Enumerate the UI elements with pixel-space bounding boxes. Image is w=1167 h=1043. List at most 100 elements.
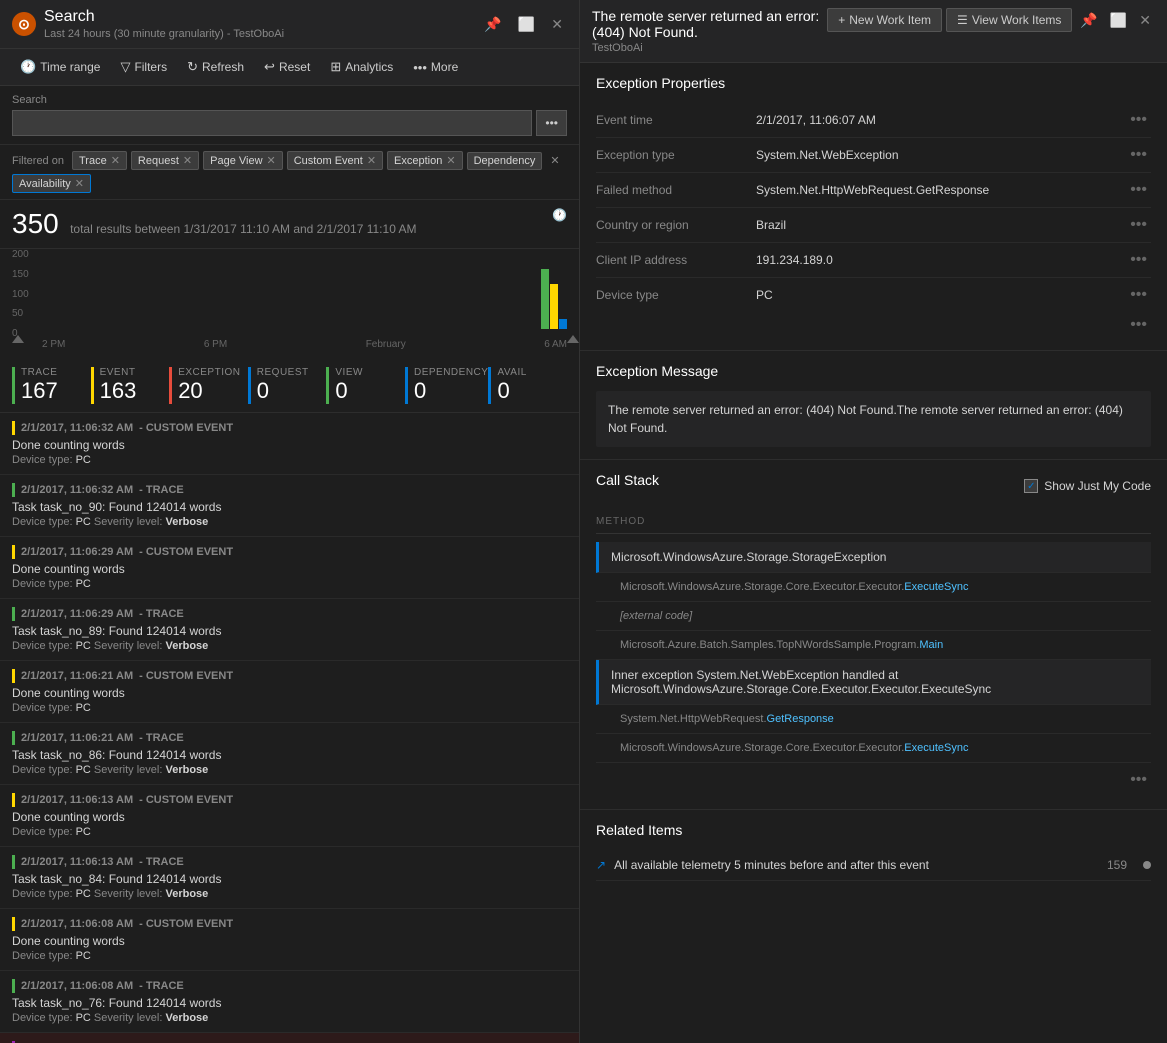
right-maximize-button[interactable]: ⬜ xyxy=(1106,10,1131,31)
list-item[interactable]: 2/1/2017, 11:06:29 AM - CUSTOM EVENT Don… xyxy=(0,537,579,599)
tag-availability[interactable]: Availability ✕ xyxy=(12,174,91,193)
results-count: 350 xyxy=(12,208,59,239)
stack-item-storage-exception[interactable]: Microsoft.WindowsAzure.Storage.StorageEx… xyxy=(596,542,1151,573)
list-item[interactable]: 2/1/2017, 11:06:07 AM - EXCEPTION The re… xyxy=(0,1033,579,1043)
view-work-items-button[interactable]: ☰ View Work Items xyxy=(946,8,1072,32)
list-item[interactable]: 2/1/2017, 11:06:13 AM - CUSTOM EVENT Don… xyxy=(0,785,579,847)
chart-triangle-left xyxy=(12,335,24,343)
search-input-row: ••• xyxy=(12,110,567,136)
prop-more-row: ••• xyxy=(596,312,1151,338)
list-item[interactable]: 2/1/2017, 11:06:32 AM - CUSTOM EVENT Don… xyxy=(0,413,579,475)
prop-menu-event-time[interactable]: ••• xyxy=(1126,111,1151,129)
x-label-6am: 6 AM xyxy=(544,339,567,350)
right-pin-button[interactable]: 📌 xyxy=(1076,10,1101,31)
filters-button[interactable]: ▽ Filters xyxy=(112,55,175,79)
result-header: 2/1/2017, 11:06:21 AM - TRACE xyxy=(12,731,567,745)
right-close-button[interactable]: ✕ xyxy=(1135,10,1155,31)
prop-more-button[interactable]: ••• xyxy=(1126,316,1151,334)
tag-pageview-close[interactable]: ✕ xyxy=(267,154,276,167)
reset-button[interactable]: ↩ Reset xyxy=(256,55,318,79)
chart-x-labels: 2 PM 6 PM February 6 AM xyxy=(42,339,567,352)
prop-table: Event time 2/1/2017, 11:06:07 AM ••• Exc… xyxy=(596,103,1151,312)
more-icon: ••• xyxy=(413,60,427,75)
show-just-code-toggle[interactable]: Show Just My Code xyxy=(1024,479,1151,493)
tag-dependency[interactable]: Dependency xyxy=(467,152,543,170)
stack-text: Inner exception System.Net.WebException … xyxy=(611,668,991,696)
filter-close-all[interactable]: ✕ xyxy=(550,154,559,167)
stack-item-executesync-1[interactable]: Microsoft.WindowsAzure.Storage.Core.Exec… xyxy=(596,573,1151,602)
list-item[interactable]: 2/1/2017, 11:06:21 AM - TRACE Task task_… xyxy=(0,723,579,785)
show-just-code-checkbox[interactable] xyxy=(1024,479,1038,493)
list-item[interactable]: 2/1/2017, 11:06:21 AM - CUSTOM EVENT Don… xyxy=(0,661,579,723)
result-meta: Device type: PC xyxy=(12,826,567,838)
prop-menu-ip[interactable]: ••• xyxy=(1126,251,1151,269)
chart-bars xyxy=(541,249,567,329)
results-summary: 350 total results between 1/31/2017 11:1… xyxy=(0,200,579,249)
prop-menu-country[interactable]: ••• xyxy=(1126,216,1151,234)
result-timestamp: 2/1/2017, 11:06:13 AM xyxy=(21,794,133,806)
tag-pageview[interactable]: Page View ✕ xyxy=(203,151,283,170)
list-item[interactable]: 2/1/2017, 11:06:08 AM - CUSTOM EVENT Don… xyxy=(0,909,579,971)
tag-availability-close[interactable]: ✕ xyxy=(75,177,84,190)
result-type: - CUSTOM EVENT xyxy=(139,546,233,558)
new-work-item-button[interactable]: + New Work Item xyxy=(827,8,942,32)
x-label-6pm: 6 PM xyxy=(204,339,227,350)
call-stack-section: Call Stack Show Just My Code METHOD Micr… xyxy=(580,460,1167,810)
prop-menu-failed-method[interactable]: ••• xyxy=(1126,181,1151,199)
list-item[interactable]: 2/1/2017, 11:06:32 AM - TRACE Task task_… xyxy=(0,475,579,537)
tag-customevent[interactable]: Custom Event ✕ xyxy=(287,151,383,170)
refresh-icon: ↻ xyxy=(187,59,198,75)
app-icon: ⊙ xyxy=(12,12,36,36)
prop-menu-exception-type[interactable]: ••• xyxy=(1126,146,1151,164)
search-input[interactable] xyxy=(12,110,532,136)
stack-item-inner-exception[interactable]: Inner exception System.Net.WebException … xyxy=(596,660,1151,705)
prop-key-failed-method: Failed method xyxy=(596,183,756,197)
stat-dependency: DEPENDENCY 0 xyxy=(405,367,488,404)
result-message: Task task_no_89: Found 124014 words xyxy=(12,624,567,638)
list-item[interactable]: 2/1/2017, 11:06:13 AM - TRACE Task task_… xyxy=(0,847,579,909)
pin-button[interactable]: 📌 xyxy=(480,14,505,35)
list-item[interactable]: 2/1/2017, 11:06:29 AM - TRACE Task task_… xyxy=(0,599,579,661)
search-options-button[interactable]: ••• xyxy=(536,110,567,136)
clock-icon: 🕐 xyxy=(20,59,36,75)
result-message: Task task_no_90: Found 124014 words xyxy=(12,500,567,514)
more-button[interactable]: ••• More xyxy=(405,56,466,79)
result-timestamp: 2/1/2017, 11:06:21 AM xyxy=(21,732,133,744)
stat-avail: AVAIL 0 xyxy=(488,367,567,404)
prop-menu-device[interactable]: ••• xyxy=(1126,286,1151,304)
right-header: The remote server returned an error: (40… xyxy=(580,0,1167,63)
bar-custom-event xyxy=(12,793,15,807)
results-text: total results between 1/31/2017 11:10 AM… xyxy=(70,222,416,236)
close-button[interactable]: ✕ xyxy=(547,14,567,35)
tag-request-close[interactable]: ✕ xyxy=(183,154,192,167)
y-label-100: 100 xyxy=(12,289,29,300)
tag-customevent-close[interactable]: ✕ xyxy=(367,154,376,167)
time-range-button[interactable]: 🕐 Time range xyxy=(12,55,108,79)
stack-more-button[interactable]: ••• xyxy=(1126,771,1151,788)
stack-item-main[interactable]: Microsoft.Azure.Batch.Samples.TopNWordsS… xyxy=(596,631,1151,660)
maximize-button[interactable]: ⬜ xyxy=(514,14,539,35)
stack-more-row: ••• xyxy=(596,763,1151,797)
results-clock-icon[interactable]: 🕐 xyxy=(552,208,567,222)
tag-exception[interactable]: Exception ✕ xyxy=(387,151,463,170)
related-item-row[interactable]: ↗ All available telemetry 5 minutes befo… xyxy=(596,850,1151,881)
result-type: - TRACE xyxy=(139,732,184,744)
search-area: Search ••• xyxy=(0,86,579,145)
stat-view-label: VIEW xyxy=(335,367,405,378)
stat-request-label: REQUEST xyxy=(257,367,327,378)
plus-icon: + xyxy=(838,13,845,27)
filters-label: Filters xyxy=(134,60,167,74)
tag-request-label: Request xyxy=(138,155,179,167)
tag-trace-close[interactable]: ✕ xyxy=(111,154,120,167)
stat-view-value: 0 xyxy=(335,378,405,404)
exception-message-section: Exception Message The remote server retu… xyxy=(580,351,1167,460)
stack-item-executesync-2[interactable]: Microsoft.WindowsAzure.Storage.Core.Exec… xyxy=(596,734,1151,763)
stack-item-getresponse[interactable]: System.Net.HttpWebRequest.GetResponse xyxy=(596,705,1151,734)
refresh-button[interactable]: ↻ Refresh xyxy=(179,55,252,79)
tag-exception-close[interactable]: ✕ xyxy=(446,154,455,167)
tag-request[interactable]: Request ✕ xyxy=(131,151,199,170)
tag-trace[interactable]: Trace ✕ xyxy=(72,151,127,170)
time-range-label: Time range xyxy=(40,60,100,74)
analytics-button[interactable]: ⊞ Analytics xyxy=(322,55,401,79)
list-item[interactable]: 2/1/2017, 11:06:08 AM - TRACE Task task_… xyxy=(0,971,579,1033)
